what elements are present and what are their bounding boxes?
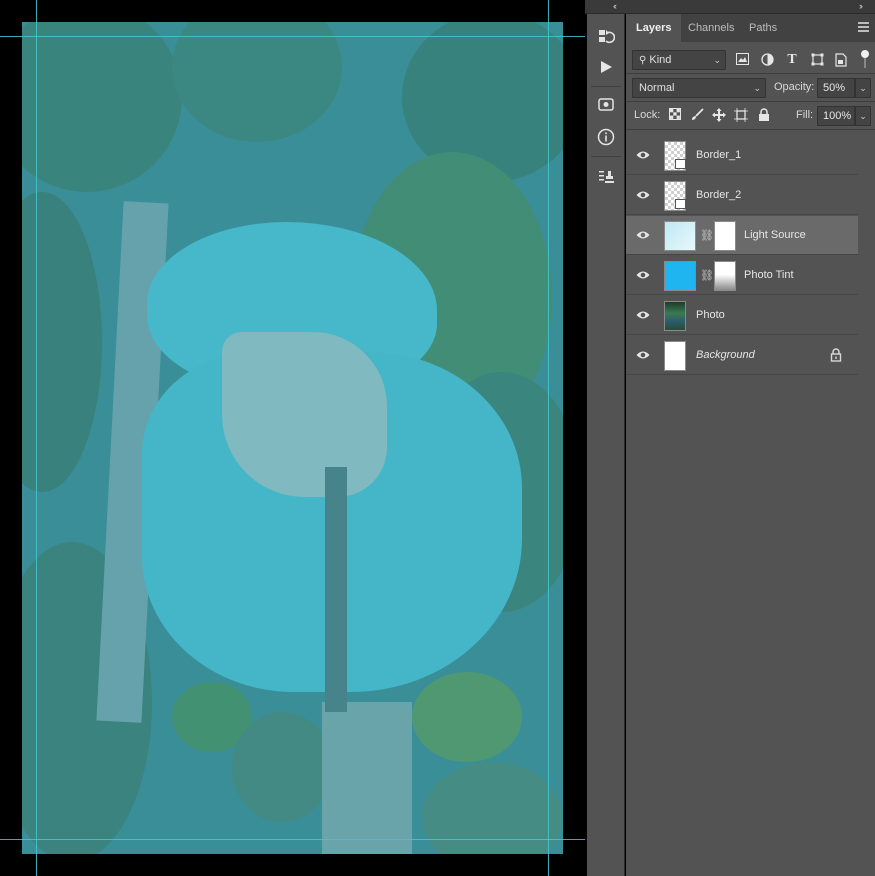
chevron-down-icon: ⌄ xyxy=(713,55,721,65)
layer-mask-thumbnail[interactable] xyxy=(714,261,736,291)
link-chain-icon[interactable]: ⛓ xyxy=(700,268,714,284)
lock-artboard-icon[interactable] xyxy=(734,108,748,122)
chevron-down-icon: ⌄ xyxy=(753,83,761,93)
blend-row: Normal ⌄ Opacity: 50% ⌄ xyxy=(626,74,875,102)
gradient-fill-thumbnail[interactable] xyxy=(664,221,696,251)
lock-row: Lock: Fill: 100% ⌄ xyxy=(626,102,875,130)
layer-name[interactable]: Border_1 xyxy=(696,149,741,161)
fill-field[interactable]: 100% xyxy=(817,106,855,126)
layer-mask-thumbnail[interactable] xyxy=(714,221,736,251)
filter-row: ⚲ Kind ⌄ T xyxy=(626,46,875,74)
visibility-eye-icon[interactable] xyxy=(636,269,650,281)
layer-name[interactable]: Background xyxy=(696,349,755,361)
tab-channels[interactable]: Channels xyxy=(678,14,744,42)
photo-thumbnail[interactable] xyxy=(664,301,686,331)
panel-icon-column xyxy=(587,14,625,876)
tab-paths[interactable]: Paths xyxy=(739,14,787,42)
layer-row-border-1[interactable]: Border_1 xyxy=(626,136,858,175)
history-icon[interactable] xyxy=(593,24,619,50)
fill-label: Fill: xyxy=(796,109,814,121)
collapse-tools-icon[interactable]: ‹‹ xyxy=(613,1,617,11)
lock-pixels-brush-icon[interactable] xyxy=(690,108,704,122)
blend-mode-dropdown[interactable]: Normal ⌄ xyxy=(632,78,766,98)
lock-all-icon[interactable] xyxy=(757,108,771,122)
solid-color-thumbnail[interactable] xyxy=(664,261,696,291)
fill-dropdown-button[interactable]: ⌄ xyxy=(855,106,871,126)
shape-layer-badge-icon xyxy=(675,199,686,209)
guide-horizontal-top[interactable] xyxy=(0,36,585,37)
guide-horizontal-bottom[interactable] xyxy=(0,839,585,840)
visibility-eye-icon[interactable] xyxy=(636,189,650,201)
panel-tabs: Layers Channels Paths xyxy=(626,14,875,42)
layer-lock-icon[interactable] xyxy=(830,348,842,362)
photo-artboard[interactable] xyxy=(22,22,563,854)
visibility-eye-icon[interactable] xyxy=(636,349,650,361)
collapse-panels-icon[interactable]: ›› xyxy=(859,1,863,11)
visibility-eye-icon[interactable] xyxy=(636,229,650,241)
blend-mode-value: Normal xyxy=(639,82,675,94)
layer-name[interactable]: Photo xyxy=(696,309,725,321)
opacity-dropdown-button[interactable]: ⌄ xyxy=(855,78,871,98)
type-filter-icon[interactable]: T xyxy=(785,53,799,67)
guide-vertical-left[interactable] xyxy=(36,0,37,876)
layer-row-light-source[interactable]: ⛓ Light Source xyxy=(626,216,858,255)
guide-vertical-right[interactable] xyxy=(548,0,549,876)
adjustment-filter-icon[interactable] xyxy=(760,53,774,67)
layer-row-photo[interactable]: Photo xyxy=(626,296,858,335)
lock-position-move-icon[interactable] xyxy=(712,108,726,122)
shape-layer-badge-icon xyxy=(675,159,686,169)
shape-filter-icon[interactable] xyxy=(810,53,824,67)
panel-menu-icon[interactable] xyxy=(858,22,869,32)
opacity-label: Opacity: xyxy=(774,81,815,93)
pixel-filter-icon[interactable] xyxy=(735,53,749,67)
visibility-eye-icon[interactable] xyxy=(636,309,650,321)
lock-label: Lock: xyxy=(634,109,661,121)
visibility-eye-icon[interactable] xyxy=(636,149,650,161)
layer-row-photo-tint[interactable]: ⛓ Photo Tint xyxy=(626,256,858,295)
layer-row-background[interactable]: Background xyxy=(626,336,858,375)
layer-name[interactable]: Border_2 xyxy=(696,189,741,201)
smart-object-filter-icon[interactable] xyxy=(834,53,848,67)
layers-panel: Layers Channels Paths ⚲ Kind ⌄ T Normal xyxy=(626,14,875,876)
link-chain-icon[interactable]: ⛓ xyxy=(700,228,714,244)
filter-kind-label: Kind xyxy=(649,54,672,66)
lock-transparency-icon[interactable] xyxy=(668,108,682,122)
layer-name[interactable]: Photo Tint xyxy=(744,269,794,281)
filter-kind-dropdown[interactable]: ⚲ Kind ⌄ xyxy=(632,50,726,70)
opacity-field[interactable]: 50% xyxy=(817,78,855,98)
layer-row-border-2[interactable]: Border_2 xyxy=(626,176,858,215)
filter-toggle-icon[interactable] xyxy=(858,49,872,68)
clone-source-icon[interactable] xyxy=(593,164,619,190)
3d-icon[interactable] xyxy=(593,92,619,118)
document-canvas[interactable] xyxy=(0,0,585,876)
tab-layers[interactable]: Layers xyxy=(626,14,682,42)
dock-header: ‹‹ ›› xyxy=(585,0,875,14)
background-thumbnail[interactable] xyxy=(664,341,686,371)
play-action-icon[interactable] xyxy=(593,54,619,80)
search-icon: ⚲ xyxy=(639,55,647,66)
info-icon[interactable] xyxy=(593,124,619,150)
layer-name[interactable]: Light Source xyxy=(744,229,806,241)
